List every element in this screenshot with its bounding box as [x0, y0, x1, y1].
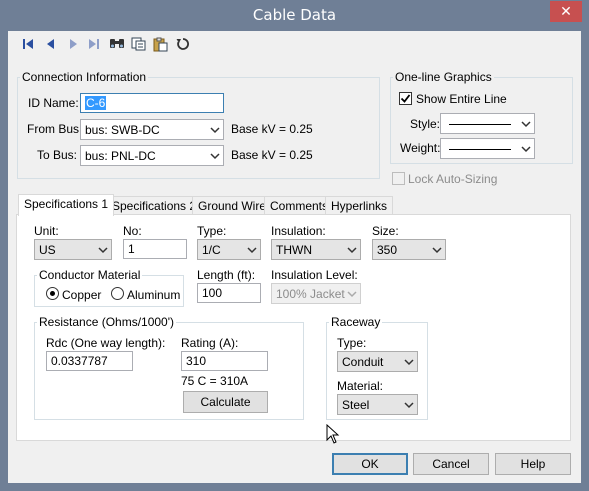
find-icon[interactable] [109, 36, 125, 52]
aluminum-label: Aluminum [127, 288, 181, 302]
from-bus-value: bus: SWB-DC [85, 123, 160, 137]
rating-field[interactable]: 310 [181, 351, 268, 371]
close-icon: ✕ [560, 3, 572, 19]
to-bus-value: bus: PNL-DC [85, 149, 156, 163]
window-title: Cable Data [252, 6, 337, 24]
next-record-icon[interactable] [65, 36, 81, 52]
id-name-value: C-6 [85, 96, 107, 110]
rdc-field[interactable]: 0.0337787 [46, 351, 133, 371]
unit-label: Unit: [34, 224, 59, 238]
unit-dropdown[interactable]: US [34, 239, 112, 260]
radio-selected-dot [50, 291, 55, 296]
insulation-value: THWN [276, 243, 312, 257]
no-label: No: [123, 224, 142, 238]
from-bus-label: From Bus: [27, 122, 83, 136]
type-value: 1/C [202, 243, 221, 257]
line-style-sample [449, 124, 511, 125]
raceway-type-label: Type: [337, 336, 367, 350]
weight-dropdown[interactable] [440, 138, 535, 159]
from-bus-dropdown[interactable]: bus: SWB-DC [80, 119, 224, 140]
from-bus-basekv: Base kV = 0.25 [231, 122, 313, 136]
calculate-button[interactable]: Calculate [183, 391, 268, 413]
title-bar[interactable]: Cable Data ✕ [0, 0, 589, 31]
tab-ground-wire[interactable]: Ground Wire [192, 196, 273, 216]
tab-comments[interactable]: Comments [264, 196, 335, 216]
lock-auto-sizing-checkbox[interactable] [392, 172, 405, 185]
line-weight-sample [449, 149, 511, 150]
raceway-type-value: Conduit [342, 355, 384, 369]
chevron-down-icon [247, 247, 257, 254]
chevron-down-icon [521, 121, 531, 128]
style-label: Style: [410, 117, 441, 131]
copper-radio[interactable] [46, 287, 59, 300]
checkmark-icon [400, 94, 411, 103]
rating-note: 75 C = 310A [181, 374, 249, 388]
insulation-label: Insulation: [271, 224, 326, 238]
previous-record-icon[interactable] [43, 36, 59, 52]
style-dropdown[interactable] [440, 113, 535, 134]
chevron-down-icon [98, 247, 108, 254]
cancel-button[interactable]: Cancel [413, 453, 489, 475]
tab-hyperlinks[interactable]: Hyperlinks [325, 196, 394, 216]
toolbar [8, 31, 581, 57]
show-entire-line-label: Show Entire Line [416, 92, 507, 106]
length-label: Length (ft): [197, 268, 256, 282]
chevron-down-icon [404, 402, 414, 409]
close-button[interactable]: ✕ [550, 1, 582, 22]
paste-icon[interactable] [153, 36, 169, 52]
no-field[interactable]: 1 [123, 239, 187, 259]
last-record-icon[interactable] [86, 36, 102, 52]
lock-auto-sizing-label: Lock Auto-Sizing [408, 172, 498, 186]
copper-label: Copper [62, 288, 102, 302]
show-entire-line-checkbox[interactable] [399, 92, 412, 105]
undo-icon[interactable] [175, 36, 191, 52]
first-record-icon[interactable] [20, 36, 36, 52]
chevron-down-icon [210, 127, 220, 134]
connection-information-legend: Connection Information [22, 70, 147, 84]
raceway-material-value: Steel [342, 398, 370, 412]
weight-label: Weight: [400, 141, 441, 155]
to-bus-basekv: Base kV = 0.25 [231, 148, 313, 162]
type-dropdown[interactable]: 1/C [197, 239, 261, 260]
conductor-material-legend: Conductor Material [39, 268, 141, 282]
chevron-down-icon [521, 146, 531, 153]
cable-data-window: Cable Data ✕ Connection Information ID N… [0, 0, 589, 491]
chevron-down-icon [432, 247, 442, 254]
raceway-material-label: Material: [337, 379, 384, 393]
mouse-cursor-icon [326, 424, 340, 444]
insulation-dropdown[interactable]: THWN [271, 239, 361, 260]
help-button[interactable]: Help [495, 453, 571, 475]
insulation-level-value: 100% Jacket [276, 287, 345, 301]
id-name-field[interactable]: C-6 [80, 93, 224, 113]
chevron-down-icon [347, 247, 357, 254]
raceway-legend: Raceway [331, 315, 381, 329]
resistance-legend: Resistance (Ohms/1000') [39, 315, 175, 329]
tab-specifications-1[interactable]: Specifications 1 [18, 194, 115, 216]
size-label: Size: [372, 224, 399, 238]
chevron-down-icon [210, 153, 220, 160]
size-value: 350 [377, 243, 398, 257]
length-field[interactable]: 100 [197, 283, 261, 303]
type-label: Type: [197, 224, 227, 238]
to-bus-label: To Bus: [37, 148, 78, 162]
rdc-label: Rdc (One way length): [46, 336, 166, 350]
chevron-down-icon [404, 359, 414, 366]
insulation-level-label: Insulation Level: [271, 268, 358, 282]
tab-specifications-2[interactable]: Specifications 2 [106, 196, 203, 216]
to-bus-dropdown[interactable]: bus: PNL-DC [80, 145, 224, 166]
dialog-body: Connection Information ID Name: C-6 From… [8, 31, 581, 483]
size-dropdown[interactable]: 350 [372, 239, 446, 260]
chevron-down-icon [347, 291, 357, 298]
insulation-level-dropdown[interactable]: 100% Jacket [271, 283, 361, 304]
unit-value: US [39, 243, 56, 257]
rating-label: Rating (A): [181, 336, 239, 350]
aluminum-radio[interactable] [111, 287, 124, 300]
raceway-material-dropdown[interactable]: Steel [337, 394, 418, 415]
id-name-label: ID Name: [28, 96, 79, 110]
raceway-type-dropdown[interactable]: Conduit [337, 351, 418, 372]
copy-icon[interactable] [131, 36, 147, 52]
ok-button[interactable]: OK [332, 453, 408, 475]
one-line-graphics-legend: One-line Graphics [395, 70, 492, 84]
